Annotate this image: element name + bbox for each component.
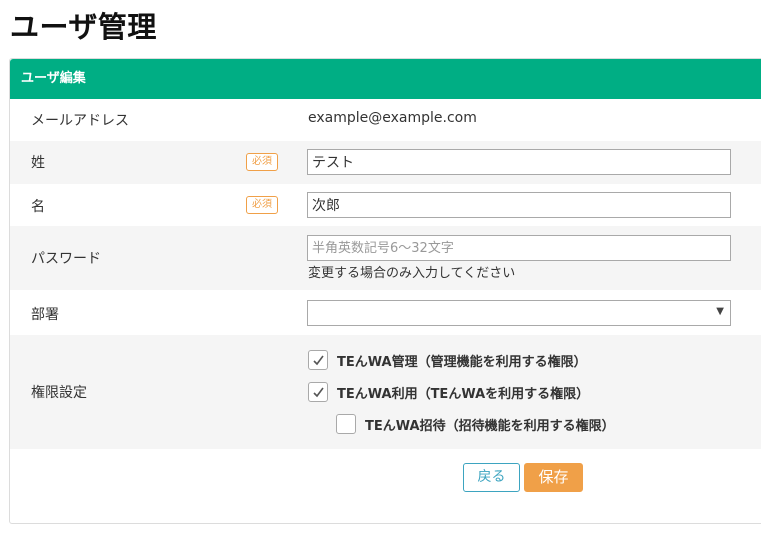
password-hint: 変更する場合のみ入力してください (308, 266, 516, 281)
email-value: example@example.com (308, 110, 477, 126)
page-title: ユーザ管理 (10, 10, 157, 44)
department-select[interactable]: ▼ (307, 300, 731, 326)
email-label: メールアドレス (31, 113, 129, 129)
last-name-input[interactable] (307, 149, 731, 175)
first-name-row: 名 必須 (10, 184, 761, 226)
back-button[interactable]: 戻る (463, 463, 520, 492)
panel-header: ユーザ編集 (10, 59, 761, 99)
first-name-label: 名 (31, 199, 45, 215)
password-row: パスワード 変更する場合のみ入力してください (10, 226, 761, 290)
save-button[interactable]: 保存 (524, 463, 583, 492)
check-icon (313, 387, 324, 398)
permissions-label: 権限設定 (31, 385, 87, 401)
last-name-row: 姓 必須 (10, 141, 761, 184)
first-name-input[interactable] (307, 192, 731, 218)
user-edit-panel: ユーザ編集 メールアドレス example@example.com 姓 必須 名… (9, 58, 761, 524)
required-badge: 必須 (246, 153, 278, 171)
permissions-row: 権限設定 TEんWA管理（管理機能を利用する権限） TEんWA利用（TEんWAを… (10, 335, 761, 449)
password-label: パスワード (31, 251, 101, 267)
required-badge: 必須 (246, 196, 278, 214)
department-row: 部署 ▼ (10, 290, 761, 335)
email-row: メールアドレス example@example.com (10, 99, 761, 141)
permission-use-label[interactable]: TEんWA利用（TEんWAを利用する権限） (337, 383, 589, 402)
permission-use-checkbox[interactable] (308, 382, 328, 402)
permission-admin-checkbox[interactable] (308, 350, 328, 370)
permission-admin-label[interactable]: TEんWA管理（管理機能を利用する権限） (337, 351, 587, 370)
check-icon (313, 355, 324, 366)
password-input[interactable] (307, 235, 731, 261)
permission-invite-checkbox[interactable] (336, 414, 356, 434)
permission-invite-label[interactable]: TEんWA招待（招待機能を利用する権限） (365, 415, 615, 434)
last-name-label: 姓 (31, 155, 45, 171)
triangle-down-icon: ▼ (716, 306, 724, 317)
department-label: 部署 (31, 307, 59, 323)
